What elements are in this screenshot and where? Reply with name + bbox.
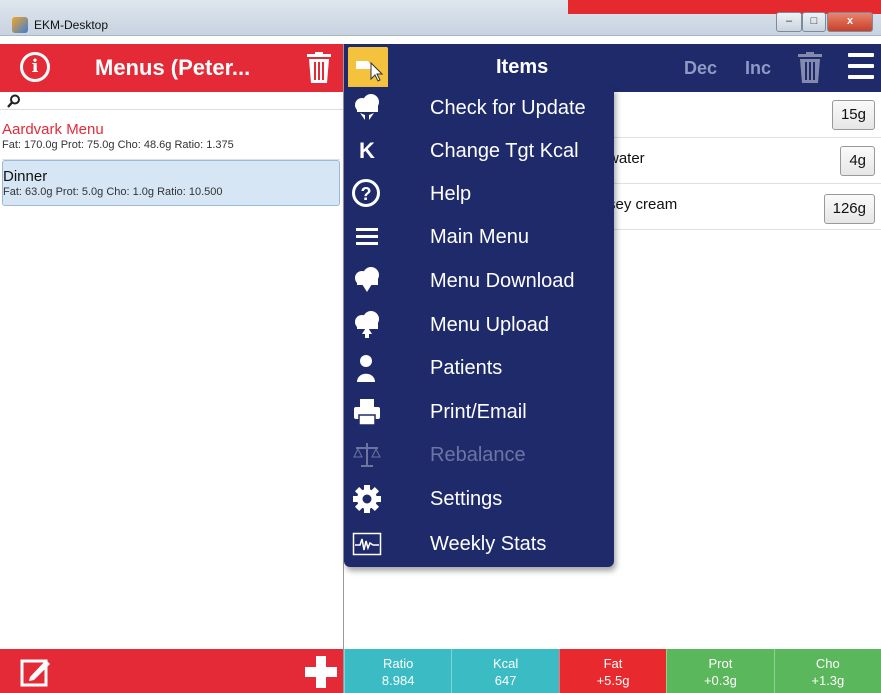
window-title: EKM-Desktop <box>34 18 109 32</box>
dec-button[interactable]: Dec <box>684 58 717 79</box>
minimize-button[interactable]: – <box>776 12 802 32</box>
menu-item-patients[interactable]: Patients <box>344 347 614 390</box>
menu-item-label: Check for Update <box>430 97 586 119</box>
stat-value: +0.3g <box>703 673 737 688</box>
item-name: sey cream <box>608 196 678 213</box>
letter-k-icon: K <box>359 138 375 163</box>
stat-label: Kcal <box>492 656 519 671</box>
menu-item-label: Rebalance <box>430 444 526 466</box>
edit-icon[interactable] <box>20 657 52 687</box>
search-input[interactable] <box>24 92 334 109</box>
stat-label: Cho <box>815 656 840 671</box>
cloud-upload-icon <box>355 311 379 338</box>
menu-item-settings[interactable]: Settings <box>344 478 614 521</box>
actions-dropdown-menu: Check for Update K Change Tgt Kcal ? Hel… <box>344 87 614 567</box>
items-title: Items <box>496 56 549 78</box>
stat-ratio: Ratio 8.984 <box>344 649 452 693</box>
chart-icon <box>352 532 382 556</box>
menu-item-label: Patients <box>430 357 503 379</box>
inc-button[interactable]: Inc <box>745 58 771 79</box>
trash-icon[interactable] <box>306 52 332 84</box>
menu-item-menu-upload[interactable]: Menu Upload <box>344 304 614 347</box>
maximize-button[interactable]: □ <box>802 12 826 32</box>
menu-item-label: Settings <box>430 488 503 510</box>
trash-icon[interactable] <box>797 52 823 84</box>
menus-pane: i Menus (Peter... Aardvark Menu Fat: 170… <box>0 44 344 693</box>
stat-kcal: Kcal 647 <box>451 649 559 693</box>
menu-item-check-for-update[interactable]: Check for Update <box>344 87 614 130</box>
cloud-arrows-icon <box>355 94 379 120</box>
stat-value: +5.5g <box>596 673 630 688</box>
menus-footer <box>0 649 343 693</box>
cloud-download-icon <box>355 267 379 292</box>
nutrition-stats-bar: Ratio 8.984 Kcal 647 Fat +5.5g Prot +0.3… <box>344 649 881 693</box>
stat-prot: Prot +0.3g <box>666 649 774 693</box>
menus-header: i Menus (Peter... <box>0 44 343 92</box>
stat-label: Ratio <box>383 656 414 671</box>
stat-label: Fat <box>603 656 623 671</box>
menu-item-main-menu[interactable]: Main Menu <box>344 216 614 259</box>
menu-item-change-tgt-kcal[interactable]: K Change Tgt Kcal <box>344 130 614 173</box>
menu-item-label: Weekly Stats <box>430 533 547 555</box>
menu-name: Dinner <box>3 168 48 185</box>
menu-stats: Fat: 63.0g Prot: 5.0g Cho: 1.0g Ratio: 1… <box>3 186 223 198</box>
gear-icon <box>353 485 381 513</box>
menu-item-weekly-stats[interactable]: Weekly Stats <box>344 523 614 566</box>
menu-item-label: Menu Download <box>430 270 575 292</box>
item-qty-button[interactable]: 4g <box>840 146 875 176</box>
menu-item-label: Change Tgt Kcal <box>430 140 579 162</box>
stat-label: Prot <box>708 656 733 671</box>
add-menu-icon[interactable] <box>303 655 339 689</box>
menu-list-item[interactable]: Aardvark Menu Fat: 170.0g Prot: 75.0g Ch… <box>2 114 340 160</box>
search-bar <box>0 92 343 110</box>
menu-list-item-selected[interactable]: Dinner Fat: 63.0g Prot: 5.0g Cho: 1.0g R… <box>2 160 340 206</box>
search-icon <box>7 94 20 108</box>
stat-value: 8.984 <box>381 673 415 688</box>
stat-value: +1.3g <box>811 673 845 688</box>
printer-icon <box>354 399 380 426</box>
menu-item-label: Help <box>430 183 472 205</box>
hamburger-menu-icon[interactable] <box>848 53 874 83</box>
scales-icon <box>353 443 381 467</box>
menu-item-rebalance[interactable]: Rebalance <box>344 434 614 477</box>
info-icon[interactable]: i <box>20 52 50 82</box>
stat-cho: Cho +1.3g <box>773 649 881 693</box>
menu-item-menu-download[interactable]: Menu Download <box>344 260 614 303</box>
stat-value: 647 <box>494 673 517 688</box>
hamburger-icon <box>356 228 378 245</box>
menu-item-label: Main Menu <box>430 226 529 248</box>
items-header: Items Dec Inc <box>344 44 881 92</box>
help-icon: ? <box>352 179 380 207</box>
menus-title: Menus (Peter... <box>95 55 251 80</box>
app-window: EKM-Desktop – □ x i Menus (Peter... Aard… <box>0 0 881 693</box>
menu-name: Aardvark Menu <box>2 121 104 138</box>
item-qty-button[interactable]: 126g <box>823 194 875 224</box>
menu-item-help[interactable]: ? Help <box>344 173 614 216</box>
app-logo-icon <box>12 17 28 33</box>
title-bar: EKM-Desktop – □ x <box>0 0 881 36</box>
stat-fat: Fat +5.5g <box>558 649 667 693</box>
menu-item-label: Print/Email <box>430 401 527 423</box>
menu-item-print-email[interactable]: Print/Email <box>344 391 614 434</box>
item-qty-button[interactable]: 15g <box>831 100 875 130</box>
pointer-tool-icon[interactable] <box>348 47 388 89</box>
person-icon <box>357 355 375 382</box>
menu-stats: Fat: 170.0g Prot: 75.0g Cho: 48.6g Ratio… <box>2 139 234 151</box>
close-button[interactable]: x <box>827 12 873 32</box>
menu-item-label: Menu Upload <box>430 314 549 336</box>
